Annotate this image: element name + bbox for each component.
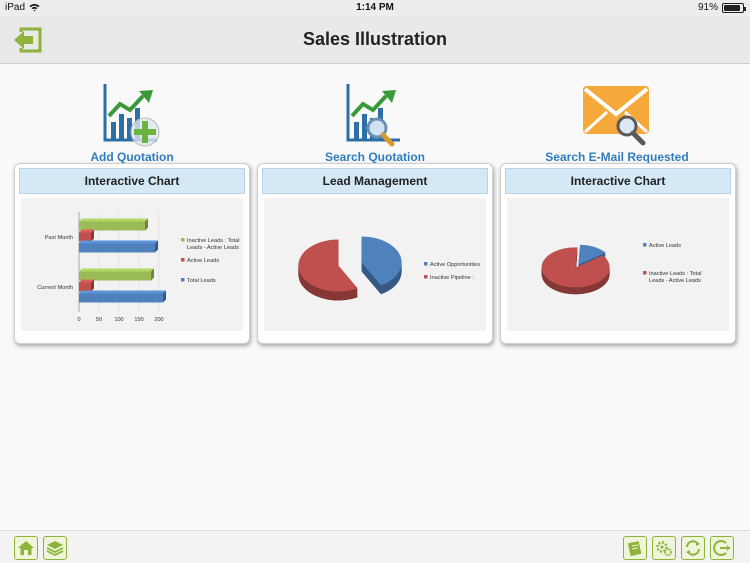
legend-entry-swatch [181,278,185,282]
legend-entry: Active Leads [187,258,219,264]
legend-entry: Active Leads [649,243,681,249]
bar-top [79,290,166,294]
bar [79,293,163,303]
notes-icon [627,541,642,557]
legend-entry-swatch [181,258,185,262]
status-time: 1:14 PM [356,2,394,13]
settings-button[interactable] [652,536,676,560]
bar [79,243,155,253]
search-email-requested-button[interactable]: Search E-Mail Requested [532,80,702,164]
bottom-toolbar [0,530,750,563]
interactive-chart-card-2[interactable]: Interactive Chart Active Leads Inactive L… [500,163,736,344]
legend-entry-line: Leads - Active Leads [187,245,239,251]
sync-icon [686,540,700,556]
logout-button[interactable] [710,536,734,560]
add-quotation-label: Add Quotation [90,150,174,164]
envelope-search-icon [583,86,649,146]
legend-entry-swatch [643,271,647,275]
search-quotation-label: Search Quotation [324,150,425,164]
legend-entry-line: Total Leads [187,278,216,284]
legend-entry: Total Leads [187,278,216,284]
legend-entry: Inactive Pipeline : [430,275,474,281]
logout-icon [713,540,730,556]
layers-icon [46,541,64,557]
card-title: Interactive Chart [505,168,731,194]
battery-percent: 91% [697,2,718,13]
x-tick-label: 100 [114,317,123,323]
bar-top [79,218,148,222]
search-email-requested-label: Search E-Mail Requested [545,150,689,164]
legend-entry-line: Inactive Pipeline : [430,275,474,281]
y-category-label: Past Month [45,235,73,241]
status-right: 91% [697,2,746,13]
x-tick-label: 200 [154,317,163,323]
battery-icon [722,2,746,13]
y-category-label: Current Month [37,285,73,291]
interactive-chart-card[interactable]: Interactive Chart 0 50 100 150 200 Current Mo… [14,163,250,344]
bar-top [79,240,158,244]
legend-entry-swatch [424,275,428,279]
lead-management-card[interactable]: Lead Management Active Opportunities Inac… [257,163,493,344]
chart-search-icon [346,84,400,147]
layers-button[interactable] [43,536,67,560]
bar [79,282,91,292]
bar-chart: 0 50 100 150 200 Current Month Past Month Inact… [21,198,243,331]
home-button[interactable] [14,536,38,560]
legend-entry-swatch [424,262,428,266]
x-tick-label: 150 [134,317,143,323]
status-bar: iPad 1:14 PM 91% [0,0,750,16]
chart-add-icon [103,84,160,147]
add-quotation-button[interactable]: Add Quotation [47,80,217,164]
legend-entry-line: Leads - Active Leads [649,278,701,284]
legend-entry-line: Inactive Leads : Total [187,238,239,244]
legend-entry-line: Active Opportunities [430,262,480,268]
legend-entry: Inactive Leads : Total Leads - Active Lea… [649,271,701,284]
notes-button[interactable] [623,536,647,560]
legend-entry-line: Active Leads [187,258,219,264]
search-quotation-button[interactable]: Search Quotation [290,80,460,164]
battery-fill [724,4,741,11]
card-title: Interactive Chart [19,168,245,194]
x-tick-label: 0 [77,317,80,323]
sync-button[interactable] [681,536,705,560]
nav-bar: Sales Illustration [0,16,750,64]
bar [79,221,145,231]
bar [79,232,91,242]
bar-top [79,268,154,272]
page-title: Sales Illustration [302,29,448,49]
lead-pie-chart: Active Opportunities Inactive Pipeline : [264,198,486,331]
legend-entry-swatch [181,238,185,242]
settings-icon [656,541,672,556]
bar [79,271,151,281]
legend-entry: Active Opportunities [430,262,480,268]
home-icon [18,541,34,555]
x-tick-label: 50 [96,317,102,323]
legend-entry: Inactive Leads : Total Leads - Active Lea… [187,238,239,251]
card-title: Lead Management [262,168,488,194]
legend-entry-line: Active Leads [649,243,681,249]
leads-pie-chart: Active Leads Inactive Leads : Total Leads … [507,198,729,331]
legend-entry-line: Inactive Leads : Total [649,271,701,277]
legend-entry-swatch [643,243,647,247]
